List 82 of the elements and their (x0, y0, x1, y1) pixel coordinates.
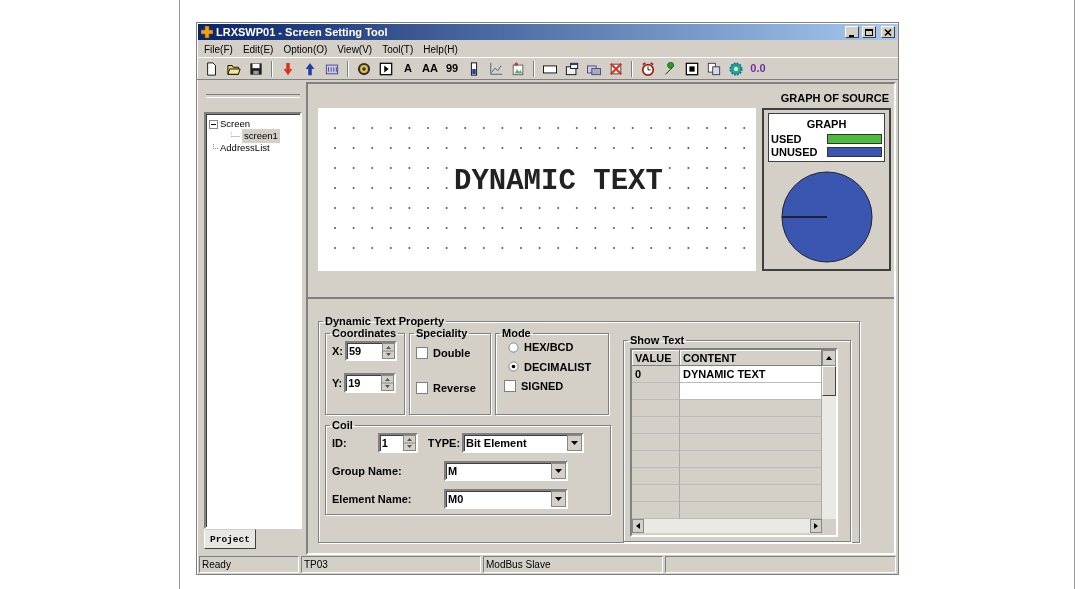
graph-heading: GRAPH OF SOURCE (779, 91, 890, 106)
status-text: TP03 (301, 556, 481, 573)
group-title: Speciality (415, 327, 469, 339)
dot-box-icon[interactable] (685, 61, 699, 76)
collapse-icon[interactable] (209, 119, 218, 129)
dropdown[interactable]: M (444, 461, 568, 481)
checkbox[interactable] (416, 381, 428, 394)
option-label: HEX/BCD (524, 340, 574, 355)
checkbox[interactable] (416, 347, 428, 360)
toolbar-button[interactable]: AA (419, 59, 441, 78)
scroll-right-button[interactable] (810, 519, 822, 533)
field-label: ID: (332, 435, 347, 451)
spin-field[interactable]: 1 (377, 433, 418, 453)
table-cell (632, 485, 680, 502)
field-label: Element Name: (332, 491, 413, 507)
scrollbar[interactable] (822, 366, 836, 519)
checkbox[interactable] (504, 380, 516, 393)
option-label: SIGNED (521, 379, 564, 394)
spin-field[interactable]: 59 (345, 341, 397, 361)
menu-item[interactable]: Tool(T) (377, 41, 419, 57)
alarm-clock-icon[interactable] (641, 61, 655, 76)
spin-field[interactable]: 19 (344, 373, 397, 393)
window-title: LRXSWP01 - Screen Setting Tool (216, 24, 389, 40)
toolbar-button[interactable]: 99 (441, 59, 463, 78)
status-text: Ready (199, 556, 299, 573)
spinner-arrows-icon[interactable] (381, 375, 395, 391)
scroll-left-button[interactable] (632, 519, 644, 533)
scroll-up-button[interactable] (822, 350, 836, 366)
app-logo-icon (201, 26, 213, 38)
status-text: ModBus Slave (483, 556, 663, 573)
menu-item[interactable]: Edit(E) (237, 41, 279, 57)
table-cell (632, 400, 680, 417)
option-label: Double (433, 346, 471, 361)
group-title: Show Text (629, 334, 686, 346)
table-cell: DYNAMIC TEXT (680, 366, 822, 383)
table-cell (632, 417, 680, 434)
field-label: Group Name: (332, 463, 403, 479)
table-cell (632, 451, 680, 468)
radio-button[interactable] (508, 361, 519, 373)
table-cell (632, 434, 680, 451)
target-icon[interactable] (357, 61, 371, 76)
group-title: Coil (331, 419, 354, 431)
window-icon[interactable] (565, 61, 579, 76)
scrollbar[interactable] (632, 519, 822, 533)
dropdown[interactable]: Bit Element (462, 433, 585, 453)
group-title: Coordinates (331, 327, 398, 339)
legend-label: USED (771, 131, 802, 147)
legend-label: UNUSED (771, 144, 818, 160)
play-box-icon[interactable] (379, 61, 393, 76)
option-label: DECIMALIST (524, 359, 592, 375)
dropdown[interactable]: M0 (444, 489, 568, 509)
menu-item[interactable]: Help(H) (418, 41, 463, 57)
toolbar-button[interactable]: 0.0 (747, 59, 769, 78)
up-arrow-icon[interactable] (303, 61, 317, 76)
menu-item[interactable]: View(V) (332, 41, 378, 57)
group-title: Dynamic Text Property (324, 315, 445, 327)
tree-item[interactable]: screen1 (242, 128, 280, 144)
column-header[interactable]: CONTENT (680, 350, 822, 366)
line-chart-icon[interactable] (489, 61, 503, 76)
down-arrow-icon[interactable] (281, 61, 295, 76)
field-label: Y: (332, 375, 343, 391)
field-label: TYPE: (427, 435, 461, 451)
group-title: Mode (501, 327, 532, 339)
cross-icon[interactable] (609, 61, 623, 76)
graph-title: GRAPH (805, 117, 848, 132)
gear-icon[interactable] (729, 61, 743, 76)
spinner-arrows-icon[interactable] (402, 435, 416, 451)
save-icon[interactable] (249, 61, 263, 76)
picture-frame-icon[interactable] (511, 61, 525, 76)
copy-icon[interactable] (707, 61, 721, 76)
panel-icon[interactable] (325, 61, 339, 76)
menu-item[interactable]: Option(O) (278, 41, 333, 57)
field-label: X: (332, 343, 343, 359)
radio-button[interactable] (508, 341, 519, 353)
panel-tab[interactable]: Project (204, 529, 256, 549)
spinner-arrows-icon[interactable] (382, 343, 395, 359)
menu-item[interactable]: File(F) (199, 41, 238, 57)
column-header[interactable]: VALUE (632, 350, 680, 366)
toolbar-button[interactable]: A (397, 59, 419, 78)
table-cell (632, 468, 680, 485)
option-label: Reverse (433, 380, 476, 396)
new-file-icon[interactable] (205, 61, 219, 76)
